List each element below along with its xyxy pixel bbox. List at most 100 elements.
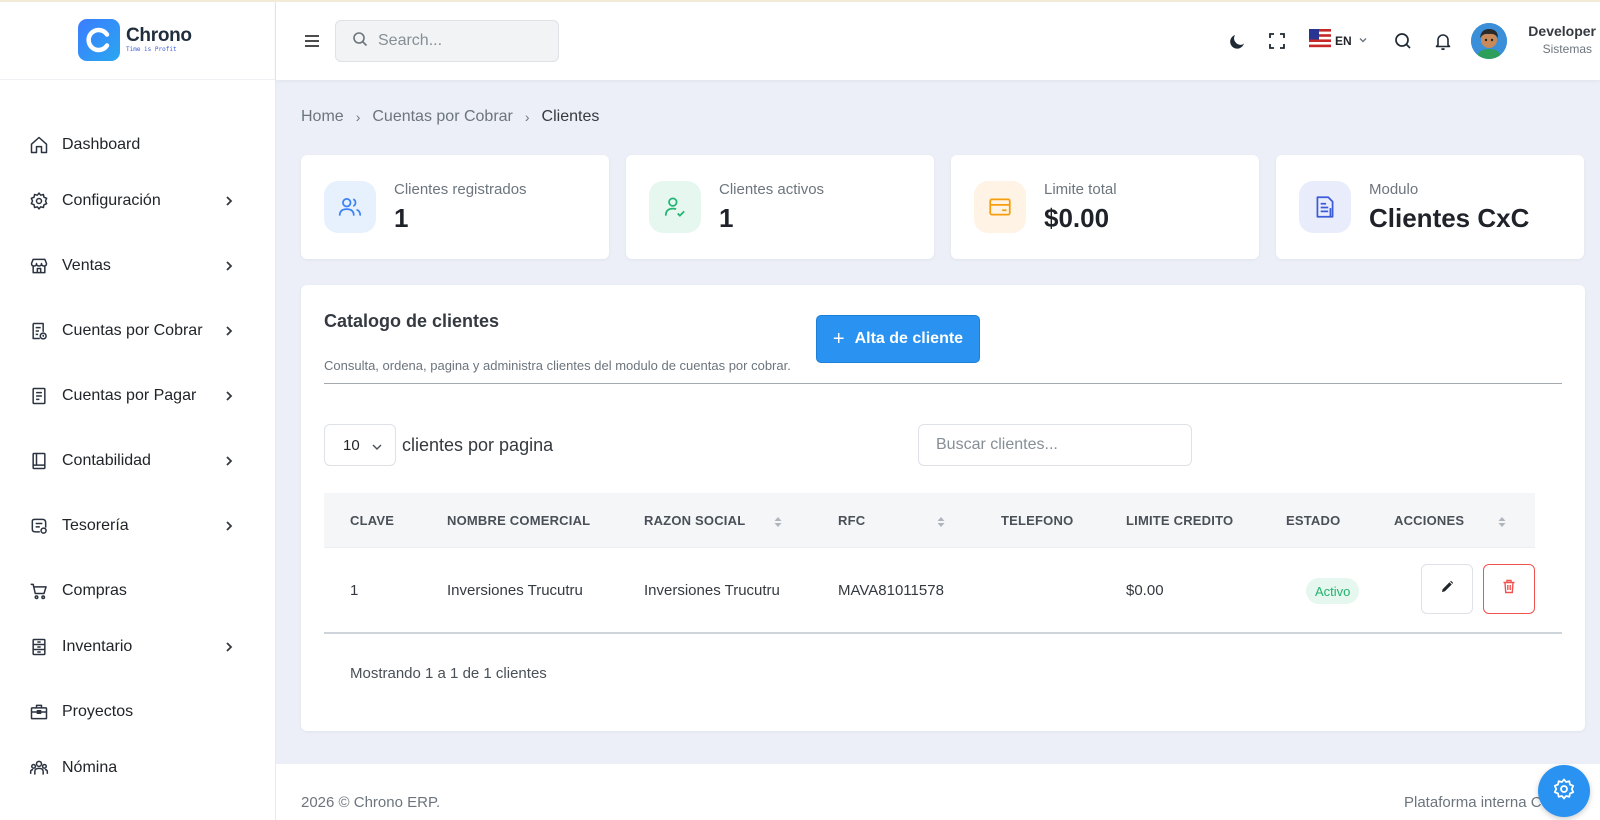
chevron-right-icon [222, 324, 236, 338]
us-flag-icon [1309, 28, 1331, 55]
sidebar-item-label: Contabilidad [62, 452, 151, 469]
table-header: CLAVE NOMBRE COMERCIAL RAZON SOCIAL RFC … [324, 493, 1535, 547]
cell-rfc: MAVA81011578 [838, 582, 944, 599]
chevron-right-icon [222, 519, 236, 533]
stat-label: Limite total [1044, 181, 1117, 198]
plus-icon: + [832, 328, 845, 350]
sort-icon[interactable] [936, 515, 946, 527]
briefcase-icon [28, 701, 50, 723]
sidebar-item-cuentas-por-pagar[interactable]: Cuentas por Pagar [0, 376, 276, 416]
sidebar-item-contabilidad[interactable]: Contabilidad [0, 441, 276, 481]
user-name[interactable]: Developer [1516, 23, 1596, 39]
column-header-estado[interactable]: ESTADO [1286, 513, 1340, 528]
breadcrumb-cuentas-por-cobrar[interactable]: Cuentas por Cobrar [372, 108, 513, 126]
language-code: EN [1335, 34, 1352, 48]
page-size-select[interactable]: 10 [324, 424, 396, 466]
sort-icon[interactable] [1497, 515, 1507, 527]
breadcrumb-separator: › [355, 109, 361, 125]
app-name: Chrono [126, 24, 192, 46]
chrono-logo-icon [78, 18, 120, 61]
chevron-right-icon [222, 389, 236, 403]
top-header: EN Developer Sistemas [276, 2, 1600, 80]
column-header-razon-social[interactable]: RAZON SOCIAL [644, 513, 745, 528]
fullscreen-icon[interactable] [1267, 31, 1287, 51]
sidebar-item-label: Dashboard [62, 136, 141, 153]
stat-label: Clientes activos [719, 181, 825, 198]
divider [324, 383, 1562, 384]
edit-button[interactable] [1421, 564, 1473, 614]
search-icon[interactable] [1393, 31, 1413, 51]
book-icon [28, 450, 50, 472]
sidebar-item-inventario[interactable]: Inventario [0, 627, 276, 667]
sidebar-item-label: Cuentas por Cobrar [62, 322, 203, 339]
sidebar-item-tesoreria[interactable]: Tesorería [0, 506, 276, 546]
home-icon [28, 134, 50, 156]
column-header-acciones[interactable]: ACCIONES [1394, 513, 1464, 528]
sidebar-item-compras[interactable]: Compras [0, 571, 276, 611]
sort-icon[interactable] [773, 515, 783, 527]
stat-label: Clientes registrados [394, 181, 527, 198]
sidebar-item-label: Configuración [62, 192, 161, 209]
sidebar-item-cuentas-por-cobrar[interactable]: Cuentas por Cobrar [0, 311, 276, 351]
stat-value: 1 [719, 203, 734, 233]
credit-card-icon [974, 181, 1026, 233]
sidebar-item-label: Compras [62, 582, 127, 599]
breadcrumb-current: Clientes [541, 108, 600, 125]
chevron-down-icon [1358, 32, 1368, 50]
column-header-clave[interactable]: CLAVE [350, 513, 394, 528]
table-bottom-divider [324, 632, 1562, 634]
panel-subtitle: Consulta, ordena, pagina y administra cl… [324, 358, 791, 373]
cell-clave: 1 [350, 582, 359, 599]
users-icon [324, 181, 376, 233]
chevron-right-icon [222, 454, 236, 468]
add-client-button[interactable]: + Alta de cliente [816, 315, 980, 363]
gear-icon [28, 190, 50, 212]
sidebar-item-proyectos[interactable]: Proyectos [0, 692, 276, 732]
page-size-value: 10 [343, 436, 360, 454]
breadcrumb-home[interactable]: Home [301, 108, 344, 126]
chevron-right-icon [222, 194, 236, 208]
sidebar-item-label: Inventario [62, 638, 133, 655]
header-divider [324, 547, 1535, 548]
settings-fab-button[interactable] [1538, 765, 1590, 817]
sidebar-item-ventas[interactable]: Ventas [0, 246, 276, 286]
sidebar-item-dashboard[interactable]: Dashboard [0, 125, 276, 165]
column-header-telefono[interactable]: TELEFONO [1001, 513, 1073, 528]
header-search-input[interactable] [378, 32, 538, 50]
dark-mode-moon-icon[interactable] [1228, 31, 1248, 51]
logo[interactable]: Chrono Time is Profit [0, 0, 275, 80]
sidebar-item-label: Cuentas por Pagar [62, 387, 197, 404]
cell-nombre-comercial: Inversiones Trucutru [447, 582, 583, 599]
chevron-right-icon [222, 640, 236, 654]
inventory-icon [28, 636, 50, 658]
header-search[interactable] [335, 20, 559, 62]
status-badge: Activo [1306, 578, 1360, 604]
user-avatar[interactable] [1471, 23, 1507, 59]
sidebar-item-configuracion[interactable]: Configuración [0, 181, 276, 221]
footer-platform: Plataforma interna C [1404, 794, 1542, 811]
clients-search-input[interactable] [918, 424, 1192, 466]
chevron-right-icon [222, 259, 236, 273]
pencil-icon [1440, 580, 1454, 599]
column-header-limite-credito[interactable]: LIMITE CREDITO [1126, 513, 1233, 528]
notification-bell-icon[interactable] [1433, 31, 1453, 51]
delete-button[interactable] [1483, 564, 1535, 614]
stat-label: Modulo [1369, 181, 1419, 198]
search-icon [352, 31, 368, 52]
hamburger-menu-icon[interactable] [302, 31, 322, 51]
top-accent-line [0, 0, 1600, 2]
document-icon [28, 385, 50, 407]
stat-value: Clientes CxC [1369, 203, 1530, 233]
footer: 2026 © Chrono ERP. Plataforma interna C [276, 764, 1600, 820]
column-header-rfc[interactable]: RFC [838, 513, 865, 528]
sidebar-item-nomina[interactable]: Nómina [0, 748, 276, 788]
stat-card-modulo: Modulo Clientes CxC [1276, 155, 1584, 259]
coins-icon [28, 515, 50, 537]
column-header-nombre-comercial[interactable]: NOMBRE COMERCIAL [447, 513, 590, 528]
receipt-icon [28, 320, 50, 342]
file-text-icon [1299, 181, 1351, 233]
stat-card-clientes-activos: Clientes activos 1 [626, 155, 934, 259]
panel-title: Catalogo de clientes [324, 311, 500, 331]
breadcrumb: Home › Cuentas por Cobrar › Clientes [301, 108, 599, 126]
language-selector[interactable]: EN [1309, 28, 1368, 55]
